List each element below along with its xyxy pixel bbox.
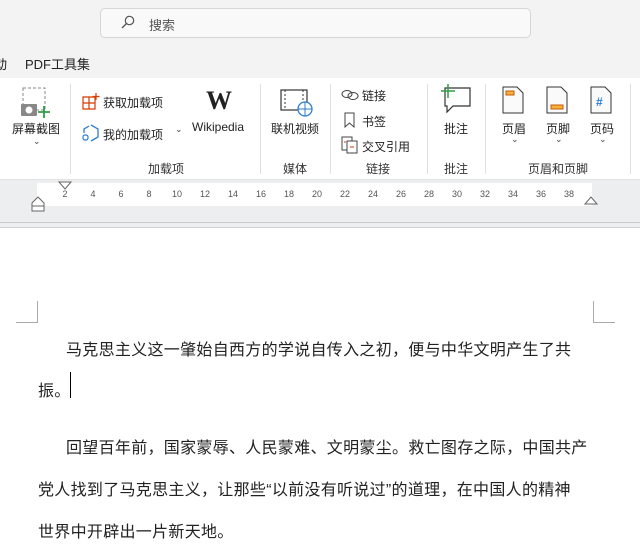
screenshot-label: 屏幕截图	[12, 122, 61, 136]
document-page[interactable]	[0, 229, 640, 548]
group-label-comments: 批注	[444, 162, 469, 176]
ruler-tick: 30	[451, 189, 463, 199]
chevron-down-icon: ⌄	[33, 136, 41, 146]
margin-corner-right	[593, 301, 615, 323]
ruler-tick: 12	[199, 189, 211, 199]
paragraph-line: 世界中开辟出一片新天地。	[38, 524, 234, 541]
tab-pdf-tools[interactable]: PDF工具集	[25, 54, 90, 73]
ruler-tick: 38	[563, 189, 575, 199]
chevron-down-icon: ⌄	[175, 124, 183, 134]
link-icon	[341, 90, 359, 100]
ruler-tick: 28	[423, 189, 435, 199]
online-video-label: 联机视频	[271, 122, 320, 136]
addins-icon	[82, 124, 99, 142]
ruler-tick: 34	[507, 189, 519, 199]
ruler-tick: 6	[118, 189, 124, 199]
ruler-tick: 10	[171, 189, 183, 199]
bookmark-icon	[344, 112, 355, 128]
search-icon	[121, 15, 135, 29]
group-label-media: 媒体	[283, 162, 308, 176]
chevron-down-icon: ⌄	[511, 134, 519, 144]
ruler-tick: 32	[479, 189, 491, 199]
ruler-tick: 20	[311, 189, 323, 199]
chevron-down-icon: ⌄	[599, 134, 607, 144]
bookmark-label: 书签	[362, 115, 387, 129]
page-number-icon: #	[590, 86, 612, 114]
search-box[interactable]: 搜索	[100, 8, 531, 38]
margin-corner-left	[16, 301, 38, 323]
link-label: 链接	[362, 89, 387, 103]
ruler-tick: 4	[90, 189, 96, 199]
my-addins-label: 我的加载项	[103, 128, 164, 142]
ruler-tick: 16	[255, 189, 267, 199]
paragraph-line: 党人找到了马克思主义，让那些“以前没有听说过”的道理，在中国人的精神	[38, 482, 571, 499]
ruler-tick: 14	[227, 189, 239, 199]
header-icon	[502, 86, 524, 114]
title-bar: 搜索 动 PDF工具集	[0, 0, 640, 78]
screenshot-icon	[21, 87, 50, 118]
get-addins-label: 获取加载项	[103, 96, 164, 110]
ruler-tick: 18	[283, 189, 295, 199]
ruler-tick: 8	[146, 189, 152, 199]
comment-label: 批注	[444, 122, 469, 136]
horizontal-ruler[interactable]: 2 4 6 8 10 12 14 16 18 20 22 24 26 28 30 32 34 36 38	[0, 180, 640, 228]
ribbon: 屏幕截图 ⌄ 获取加载项 我的加载项 ⌄ W Wikipedia 加载项 联机视…	[0, 78, 640, 180]
left-indent-marker[interactable]	[31, 195, 45, 212]
right-indent-marker[interactable]	[584, 195, 598, 205]
comment-icon	[441, 84, 471, 114]
svg-text:#: #	[596, 95, 603, 109]
ruler-tick: 22	[339, 189, 351, 199]
online-video-icon	[280, 89, 313, 117]
first-line-indent-marker[interactable]	[58, 181, 72, 193]
paragraph-line: 回望百年前，国家蒙辱、人民蒙难、文明蒙尘。救亡图存之际，中国共产	[66, 440, 588, 457]
wikipedia-label: Wikipedia	[192, 120, 245, 134]
paragraph-line: 马克思主义这一肇始自西方的学说自传入之初，便与中华文明产生了共	[66, 342, 572, 359]
ruler-tick: 24	[367, 189, 379, 199]
paragraph-line: 振。	[38, 383, 71, 400]
group-label-links: 链接	[366, 162, 391, 176]
search-placeholder: 搜索	[149, 18, 176, 33]
text-cursor	[70, 372, 71, 398]
store-icon	[82, 93, 100, 110]
group-label-addins: 加载项	[148, 162, 185, 176]
group-label-header-footer: 页眉和页脚	[528, 162, 589, 176]
ruler-tick: 26	[395, 189, 407, 199]
cross-reference-icon	[341, 136, 358, 154]
tab-partial[interactable]: 动	[0, 54, 7, 73]
wikipedia-icon: W	[206, 86, 232, 115]
chevron-down-icon: ⌄	[555, 134, 563, 144]
cross-reference-label: 交叉引用	[362, 140, 411, 154]
ruler-tick: 36	[535, 189, 547, 199]
footer-icon	[546, 86, 568, 114]
